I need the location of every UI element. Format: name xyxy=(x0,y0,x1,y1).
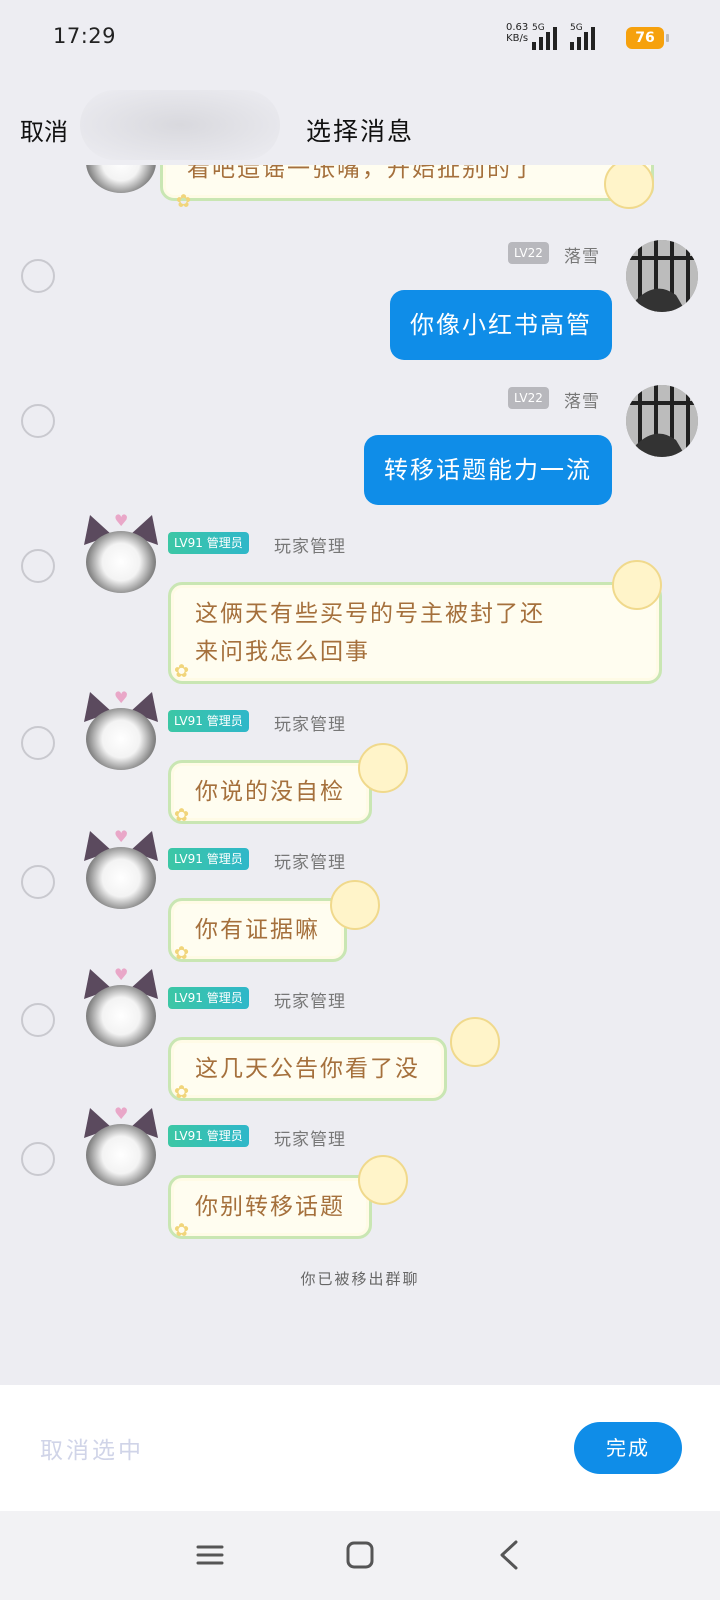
system-navigation-bar xyxy=(0,1511,720,1600)
flower-icon: ✿ xyxy=(174,1220,190,1241)
heart-icon: ♥ xyxy=(114,965,129,984)
bubble-decoration-icon xyxy=(358,1155,408,1205)
avatar: ♥ xyxy=(82,511,160,593)
heart-icon: ♥ xyxy=(114,511,129,530)
sender-name: 玩家管理 xyxy=(274,1130,346,1150)
heart-icon: ♥ xyxy=(114,827,129,846)
avatar xyxy=(626,385,698,457)
message-bubble: 转移话题能力一流 xyxy=(364,435,612,505)
message-bubble: 这几天公告你看了没 xyxy=(168,1037,447,1101)
bubble-decoration-icon xyxy=(612,560,662,610)
sender-name: 玩家管理 xyxy=(274,537,346,557)
message-bubble: 看吧造谣一张嘴，开始扯别的了 xyxy=(160,165,654,201)
level-badge: LV91 管理员 xyxy=(168,710,249,732)
flower-icon: ✿ xyxy=(174,661,190,682)
sender-name: 玩家管理 xyxy=(274,992,346,1012)
avatar xyxy=(626,240,698,312)
flower-icon: ✿ xyxy=(176,191,192,212)
heart-icon: ♥ xyxy=(114,688,129,707)
bubble-decoration-icon xyxy=(450,1017,500,1067)
sender-name: 落雪 xyxy=(564,392,600,412)
avatar: ♥ xyxy=(82,827,160,909)
avatar: ♥ xyxy=(82,1104,160,1186)
signal-icon-sim2: 5G xyxy=(570,23,600,50)
message-bubble: 你说的没自检 xyxy=(168,760,372,824)
level-badge: LV22 xyxy=(508,387,549,409)
back-chevron-icon[interactable] xyxy=(490,1535,530,1575)
message-bubble: 这俩天有些买号的号主被封了还 来问我怎么回事 xyxy=(168,582,662,684)
flower-icon: ✿ xyxy=(174,805,190,826)
done-button[interactable]: 完成 xyxy=(574,1422,682,1474)
level-badge: LV22 xyxy=(508,242,549,264)
select-checkbox[interactable] xyxy=(21,1003,55,1037)
level-badge: LV91 管理员 xyxy=(168,987,249,1009)
select-checkbox[interactable] xyxy=(21,865,55,899)
message-bubble: 你别转移话题 xyxy=(168,1175,372,1239)
message-list[interactable]: 看吧造谣一张嘴，开始扯别的了 ✿ LV22 落雪 你像小红书高管 LV22 落雪 xyxy=(0,165,720,1385)
avatar: ♥ xyxy=(82,688,160,770)
selection-action-bar: 取消选中 完成 xyxy=(0,1385,720,1511)
select-checkbox[interactable] xyxy=(21,404,55,438)
flower-icon: ✿ xyxy=(174,943,190,964)
message-bubble: 你有证据嘛 xyxy=(168,898,347,962)
avatar xyxy=(82,165,160,193)
level-badge: LV91 管理员 xyxy=(168,848,249,870)
message-bubble: 你像小红书高管 xyxy=(390,290,612,360)
select-checkbox[interactable] xyxy=(21,726,55,760)
network-speed: 0.63 KB/s xyxy=(506,22,529,44)
bubble-decoration-icon xyxy=(330,880,380,930)
heart-icon: ♥ xyxy=(114,1104,129,1123)
menu-icon[interactable] xyxy=(190,1535,230,1575)
battery-icon: 76 xyxy=(626,27,669,49)
select-checkbox[interactable] xyxy=(21,549,55,583)
square-home-icon[interactable] xyxy=(340,1535,380,1575)
page-title: 选择消息 xyxy=(305,117,414,146)
system-notice: 你已被移出群聊 xyxy=(300,1270,420,1288)
level-badge: LV91 管理员 xyxy=(168,532,249,554)
sender-name: 玩家管理 xyxy=(274,853,346,873)
sender-name: 落雪 xyxy=(564,247,600,267)
status-time: 17:29 xyxy=(53,24,117,48)
bubble-decoration-icon xyxy=(604,165,654,209)
status-bar: 17:29 0.63 KB/s 5G 5G 76 xyxy=(0,0,720,78)
flower-icon: ✿ xyxy=(174,1082,190,1103)
avatar: ♥ xyxy=(82,965,160,1047)
clear-selection-button[interactable]: 取消选中 xyxy=(40,1431,144,1465)
sender-name: 玩家管理 xyxy=(274,715,346,735)
bubble-decoration-icon xyxy=(358,743,408,793)
select-checkbox[interactable] xyxy=(21,1142,55,1176)
signal-icon-sim1: 5G xyxy=(532,23,562,50)
level-badge: LV91 管理员 xyxy=(168,1125,249,1147)
select-checkbox[interactable] xyxy=(21,259,55,293)
selection-header: 取消 选择消息 xyxy=(0,90,720,160)
